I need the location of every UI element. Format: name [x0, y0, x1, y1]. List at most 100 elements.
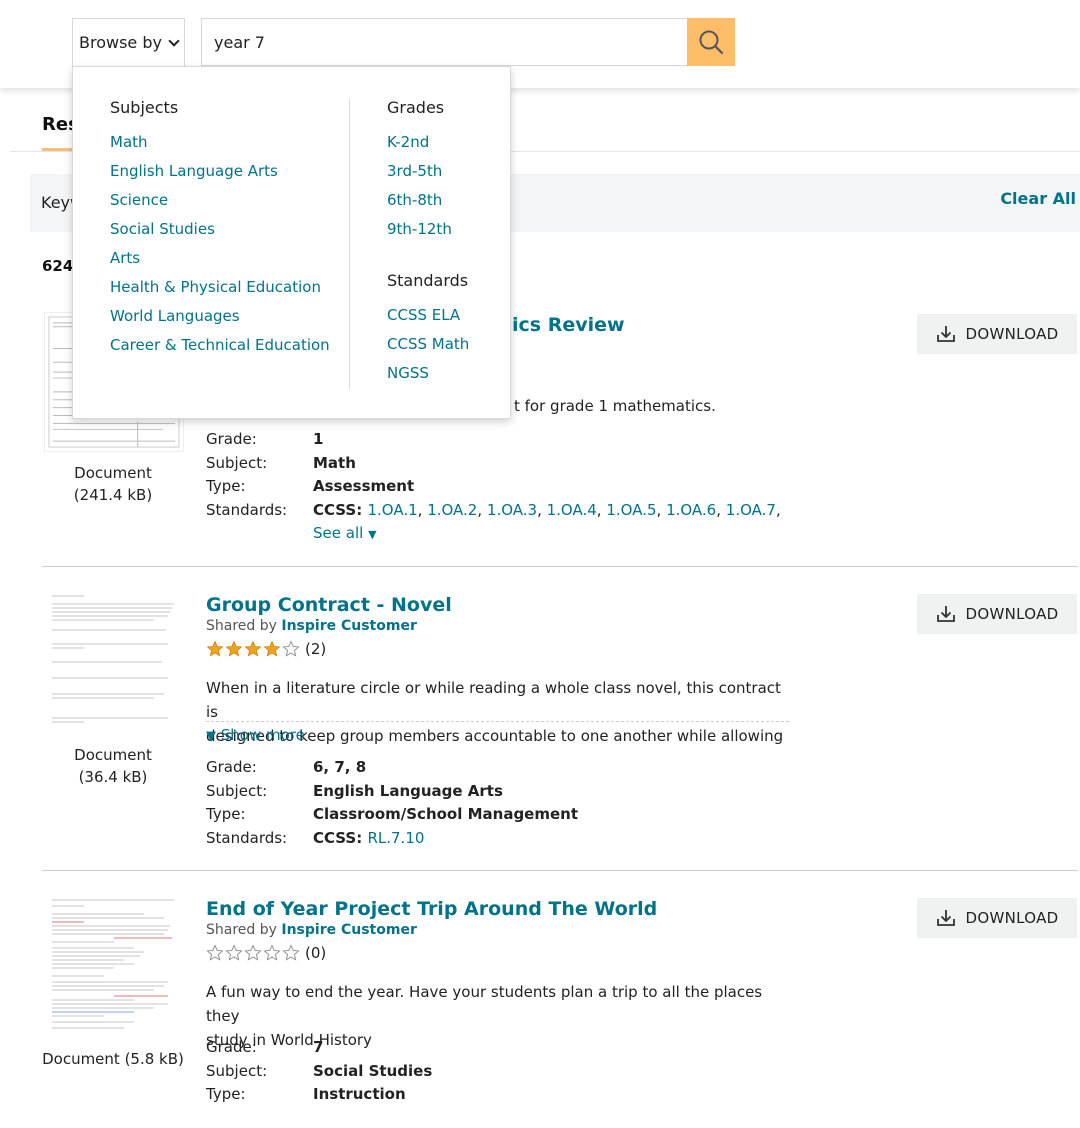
standard-link[interactable]: 1.OA.2	[427, 501, 477, 519]
search-box[interactable]	[201, 18, 689, 66]
subject-value: English Language Arts	[313, 781, 503, 800]
star-empty-icon	[263, 944, 281, 961]
star-rating[interactable]: (2)	[206, 640, 326, 658]
document-type: Document	[74, 464, 152, 482]
grade-3rd-5th[interactable]: 3rd-5th	[387, 161, 469, 190]
search-input[interactable]	[214, 32, 688, 52]
dropdown-divider	[349, 99, 350, 389]
see-all-label: See all	[313, 524, 364, 542]
grade-6th-8th[interactable]: 6th-8th	[387, 190, 469, 219]
standards-label: Standards:	[206, 500, 288, 519]
description-line: A fun way to end the year. Have your stu…	[206, 983, 763, 1025]
star-empty-icon	[282, 640, 300, 657]
subject-english-language-arts[interactable]: English Language Arts	[110, 161, 330, 190]
standard-link[interactable]: 1.OA.5	[606, 501, 656, 519]
shared-by: Shared by Inspire Customer	[206, 618, 417, 634]
grade-label: Grade:	[206, 1038, 257, 1056]
show-more-link[interactable]: ▼ Show more	[206, 726, 305, 744]
subject-world-languages[interactable]: World Languages	[110, 306, 330, 335]
standard-link[interactable]: 1.OA.4	[547, 501, 597, 519]
grade-9th-12th[interactable]: 9th-12th	[387, 219, 469, 248]
search-button[interactable]	[687, 18, 735, 66]
document-thumbnail[interactable]	[44, 590, 184, 730]
grades-standards-column: Grades K-2nd 3rd-5th 6th-8th 9th-12th St…	[387, 99, 469, 392]
document-preview-image	[52, 899, 174, 1029]
standards-label: Standards:	[206, 828, 288, 847]
show-more-label: Show more	[220, 726, 305, 744]
shared-by-user-link[interactable]: Inspire Customer	[281, 922, 416, 938]
grade-value: 1	[313, 430, 324, 448]
browse-by-button[interactable]: Browse by	[72, 18, 185, 66]
star-filled-icon	[244, 640, 262, 657]
star-empty-icon	[206, 944, 224, 961]
caret-down-icon: ▼	[368, 528, 377, 541]
standards-value: CCSS: RL.7.10	[313, 827, 424, 851]
download-button[interactable]: DOWNLOAD	[917, 898, 1077, 938]
see-all-link[interactable]: See all ▼	[313, 522, 377, 547]
download-label: DOWNLOAD	[965, 605, 1059, 623]
result-meta: Grade: 6, 7, 8 Subject: English Language A…	[206, 756, 578, 850]
grade-label: Grade:	[206, 758, 257, 776]
standard-link[interactable]: RL.7.10	[367, 829, 424, 847]
grade-k-2nd[interactable]: K-2nd	[387, 132, 469, 161]
result-title[interactable]: ics Review	[512, 314, 625, 336]
subject-value: Social Studies	[313, 1061, 433, 1080]
result-title[interactable]: Group Contract - Novel	[206, 594, 452, 616]
document-size: (241.4 kB)	[73, 486, 153, 504]
standards-value: CCSS: 1.OA.1, 1.OA.2, 1.OA.3, 1.OA.4, 1.…	[313, 500, 781, 519]
download-button[interactable]: DOWNLOAD	[917, 314, 1077, 354]
download-button[interactable]: DOWNLOAD	[917, 594, 1077, 634]
star-filled-icon	[225, 640, 243, 657]
standards-prefix: CCSS:	[313, 828, 363, 847]
standard-link[interactable]: 1.OA.7	[726, 501, 776, 519]
clear-all-button[interactable]: Clear All	[1000, 189, 1076, 208]
result-description: t for grade 1 mathematics.	[514, 397, 716, 415]
type-value: Instruction	[313, 1085, 406, 1103]
grade-value: 7	[313, 1038, 324, 1056]
result-divider	[42, 870, 1078, 871]
description-line: When in a literature circle or while rea…	[206, 679, 781, 721]
subject-career-technical-education[interactable]: Career & Technical Education	[110, 335, 330, 364]
shared-by-user-link[interactable]: Inspire Customer	[281, 618, 416, 634]
subject-label: Subject:	[206, 781, 268, 800]
type-value: Classroom/School Management	[313, 805, 579, 823]
standards-prefix: CCSS:	[313, 500, 363, 519]
subject-label: Subject:	[206, 1061, 268, 1080]
subject-arts[interactable]: Arts	[110, 248, 330, 277]
download-label: DOWNLOAD	[965, 909, 1059, 927]
standards-heading: Standards	[387, 271, 469, 290]
star-filled-icon	[206, 640, 224, 657]
document-thumbnail[interactable]	[44, 896, 184, 1036]
star-rating[interactable]: (0)	[206, 944, 326, 962]
document-type: Document	[74, 746, 152, 764]
download-icon	[936, 606, 955, 622]
standard-ngss[interactable]: NGSS	[387, 363, 469, 392]
subject-science[interactable]: Science	[110, 190, 330, 219]
subject-label: Subject:	[206, 453, 268, 472]
document-size: (36.4 kB)	[78, 768, 148, 786]
subject-math[interactable]: Math	[110, 132, 330, 161]
standard-link[interactable]: 1.OA.3	[487, 501, 537, 519]
subjects-heading: Subjects	[110, 98, 179, 117]
chevron-down-icon	[168, 34, 180, 47]
subject-value: Math	[313, 453, 356, 472]
results-count: 624	[42, 257, 74, 275]
type-value: Assessment	[313, 477, 415, 495]
standard-link[interactable]: 1.OA.6	[666, 501, 716, 519]
type-label: Type:	[206, 477, 246, 495]
shared-by-prefix: Shared by	[206, 618, 277, 634]
result-title[interactable]: End of Year Project Trip Around The Worl…	[206, 898, 657, 920]
description-fade-divider	[206, 721, 789, 722]
standard-link[interactable]: 1.OA.1	[367, 501, 417, 519]
star-filled-icon	[263, 640, 281, 657]
result-meta: Grade: 7 Subject: Social Studies Type: Inst…	[206, 1036, 432, 1107]
standard-ccss-math[interactable]: CCSS Math	[387, 334, 469, 363]
browse-dropdown: Subjects Math English Language Arts Scie…	[72, 66, 511, 419]
subject-health-physical-education[interactable]: Health & Physical Education	[110, 277, 330, 306]
download-icon	[936, 326, 955, 342]
download-icon	[936, 910, 955, 926]
subject-social-studies[interactable]: Social Studies	[110, 219, 330, 248]
standard-ccss-ela[interactable]: CCSS ELA	[387, 305, 469, 334]
result-divider	[42, 566, 1078, 567]
grade-label: Grade:	[206, 430, 257, 448]
